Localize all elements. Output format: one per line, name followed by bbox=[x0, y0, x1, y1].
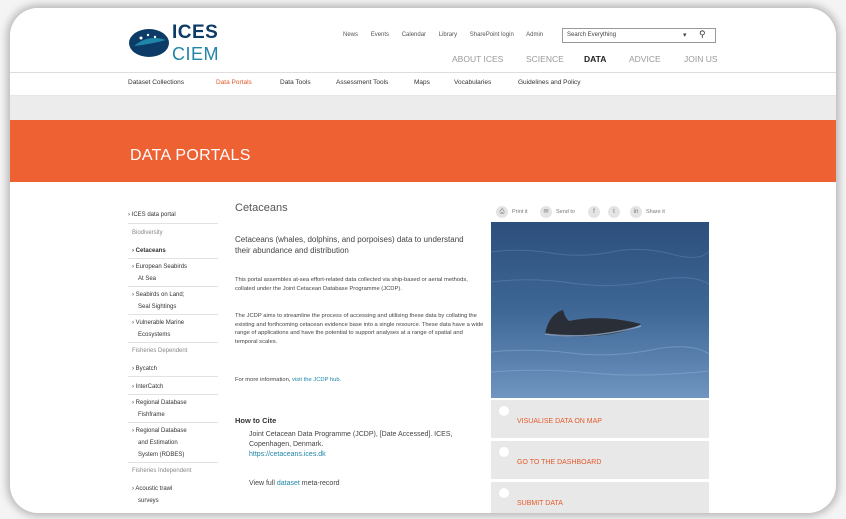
content-title: Cetaceans bbox=[235, 202, 288, 214]
circle-icon bbox=[499, 488, 509, 498]
subnav-assessment-tools[interactable]: Assessment Tools bbox=[336, 79, 388, 86]
ices-logo[interactable]: ICES CIEM bbox=[128, 22, 228, 68]
subnav-guidelines[interactable]: Guidelines and Policy bbox=[518, 79, 581, 86]
logo-text-bottom: CIEM bbox=[172, 44, 219, 64]
logo-text-top: ICES bbox=[172, 22, 219, 43]
sub-nav: Dataset Collections Data Portals Data To… bbox=[10, 72, 836, 96]
nav-advice[interactable]: ADVICE bbox=[629, 54, 661, 64]
facebook-icon[interactable]: f bbox=[588, 206, 600, 218]
jcdp-hub-link[interactable]: visit the JCDP hub. bbox=[292, 377, 341, 383]
chevron-down-icon[interactable]: ▾ bbox=[683, 31, 687, 39]
submit-data-button[interactable]: SUBMIT DATA bbox=[491, 482, 709, 513]
gray-band bbox=[10, 96, 836, 120]
linkedin-icon[interactable]: in bbox=[630, 206, 642, 218]
leftnav-european-seabirds-cont[interactable]: At Sea bbox=[138, 274, 156, 284]
leftnav-rdb-fishframe[interactable]: › Regional Database bbox=[132, 398, 187, 408]
leftnav-bycatch[interactable]: › Bycatch bbox=[132, 364, 157, 374]
mail-icon[interactable]: ✉ bbox=[540, 206, 552, 218]
leftnav-rdbes[interactable]: › Regional Database bbox=[132, 426, 187, 436]
paragraph-more-info: For more information, visit the JCDP hub… bbox=[235, 376, 485, 385]
divider bbox=[128, 342, 218, 343]
util-link-library[interactable]: Library bbox=[439, 32, 457, 38]
divider bbox=[128, 258, 218, 259]
circle-icon bbox=[499, 406, 509, 416]
send-label[interactable]: Send to bbox=[556, 209, 575, 215]
nav-science[interactable]: SCIENCE bbox=[526, 54, 564, 64]
print-icon[interactable]: ⎙ bbox=[496, 206, 508, 218]
divider bbox=[128, 462, 218, 463]
citation-text: Joint Cetacean Data Programme (JCDP), [D… bbox=[249, 431, 453, 448]
submit-data-label: SUBMIT DATA bbox=[517, 500, 563, 507]
util-link-news[interactable]: News bbox=[343, 32, 358, 38]
paragraph-jcdp: The JCDP aims to streamline the process … bbox=[235, 313, 484, 345]
leftnav-heading-biodiversity: Biodiversity bbox=[132, 230, 163, 236]
divider bbox=[128, 376, 218, 377]
twitter-icon[interactable]: t bbox=[608, 206, 620, 218]
porpoise-photo bbox=[491, 222, 709, 398]
meta-suffix: meta-record bbox=[299, 480, 340, 487]
subnav-vocabularies[interactable]: Vocabularies bbox=[454, 79, 491, 86]
divider bbox=[128, 223, 218, 224]
leftnav-acoustic-trawl-cont[interactable]: surveys bbox=[138, 496, 159, 506]
utility-links: News Events Calendar Library SharePoint … bbox=[343, 32, 554, 38]
dashboard-button[interactable]: GO TO THE DASHBOARD bbox=[491, 441, 709, 482]
page-frame: ICES CIEM News Events Calendar Library S… bbox=[0, 0, 846, 519]
print-label[interactable]: Print it bbox=[512, 209, 528, 215]
divider bbox=[128, 422, 218, 423]
leftnav-heading-fisheries-independent: Fisheries Independent bbox=[132, 468, 192, 474]
leftnav-rdbes-cont1[interactable]: and Estimation bbox=[138, 438, 178, 448]
leftnav-intercatch[interactable]: › InterCatch bbox=[132, 382, 163, 392]
porpoise-image bbox=[491, 222, 709, 398]
visualise-map-label: VISUALISE DATA ON MAP bbox=[517, 418, 602, 425]
util-link-calendar[interactable]: Calendar bbox=[402, 32, 426, 38]
nav-join[interactable]: JOIN US bbox=[684, 54, 718, 64]
site-header: ICES CIEM News Events Calendar Library S… bbox=[10, 8, 836, 70]
meta-record-line: View full dataset meta-record bbox=[249, 480, 340, 487]
util-link-events[interactable]: Events bbox=[371, 32, 389, 38]
leftnav-heading-fisheries-dependent: Fisheries Dependent bbox=[132, 348, 188, 354]
leftnav-vulnerable-marine[interactable]: › Vulnerable Marine bbox=[132, 318, 184, 328]
dataset-link[interactable]: dataset bbox=[277, 480, 300, 487]
meta-prefix: View full bbox=[249, 480, 277, 487]
page-title: DATA PORTALS bbox=[130, 147, 251, 164]
how-to-cite-heading: How to Cite bbox=[235, 416, 277, 425]
leftnav-acoustic-trawl[interactable]: › Acoustic trawl bbox=[132, 484, 172, 494]
leftnav-vulnerable-marine-cont[interactable]: Ecosystems bbox=[138, 330, 170, 340]
leftnav-seabirds-land[interactable]: › Seabirds on Land; bbox=[132, 290, 184, 300]
subnav-data-portals[interactable]: Data Portals bbox=[216, 79, 252, 86]
share-label[interactable]: Share it bbox=[646, 209, 665, 215]
lead-paragraph: Cetaceans (whales, dolphins, and porpois… bbox=[235, 235, 464, 255]
browser-screen: ICES CIEM News Events Calendar Library S… bbox=[10, 8, 836, 513]
divider bbox=[128, 394, 218, 395]
fish-logo-icon bbox=[129, 29, 169, 57]
leftnav-ices-portal[interactable]: › ICES data portal bbox=[128, 210, 176, 220]
leftnav-rdbes-cont2[interactable]: System (RDBES) bbox=[138, 450, 184, 460]
leftnav-seabirds-land-cont[interactable]: Seal Sightings bbox=[138, 302, 176, 312]
nav-data[interactable]: DATA bbox=[584, 54, 606, 64]
page-banner: DATA PORTALS bbox=[10, 120, 836, 182]
circle-icon bbox=[499, 447, 509, 457]
divider bbox=[128, 314, 218, 315]
paragraph-portal: This portal assembles at-sea effort-rela… bbox=[235, 277, 468, 292]
leftnav-european-seabirds[interactable]: › European Seabirds bbox=[132, 262, 187, 272]
leftnav-cetaceans[interactable]: › Cetaceans bbox=[132, 246, 166, 256]
citation-link[interactable]: https://cetaceans.ices.dk bbox=[249, 451, 326, 458]
divider bbox=[128, 286, 218, 287]
visualise-map-button[interactable]: VISUALISE DATA ON MAP bbox=[491, 400, 709, 441]
citation: Joint Cetacean Data Programme (JCDP), [D… bbox=[249, 430, 479, 460]
leftnav-rdb-fishframe-cont[interactable]: Fishframe bbox=[138, 410, 165, 420]
search-icon[interactable]: ⚲ bbox=[699, 29, 706, 40]
dashboard-label: GO TO THE DASHBOARD bbox=[517, 459, 602, 466]
search-input[interactable]: Search Everything ▾ ⚲ bbox=[562, 28, 716, 43]
nav-about[interactable]: ABOUT ICES bbox=[452, 54, 503, 64]
subnav-maps[interactable]: Maps bbox=[414, 79, 430, 86]
util-link-admin[interactable]: Admin bbox=[526, 32, 543, 38]
more-info-text: For more information, bbox=[235, 377, 293, 383]
search-placeholder: Search Everything bbox=[567, 32, 617, 38]
subnav-dataset-collections[interactable]: Dataset Collections bbox=[128, 79, 184, 86]
util-link-sharepoint[interactable]: SharePoint login bbox=[470, 32, 514, 38]
subnav-data-tools[interactable]: Data Tools bbox=[280, 79, 311, 86]
